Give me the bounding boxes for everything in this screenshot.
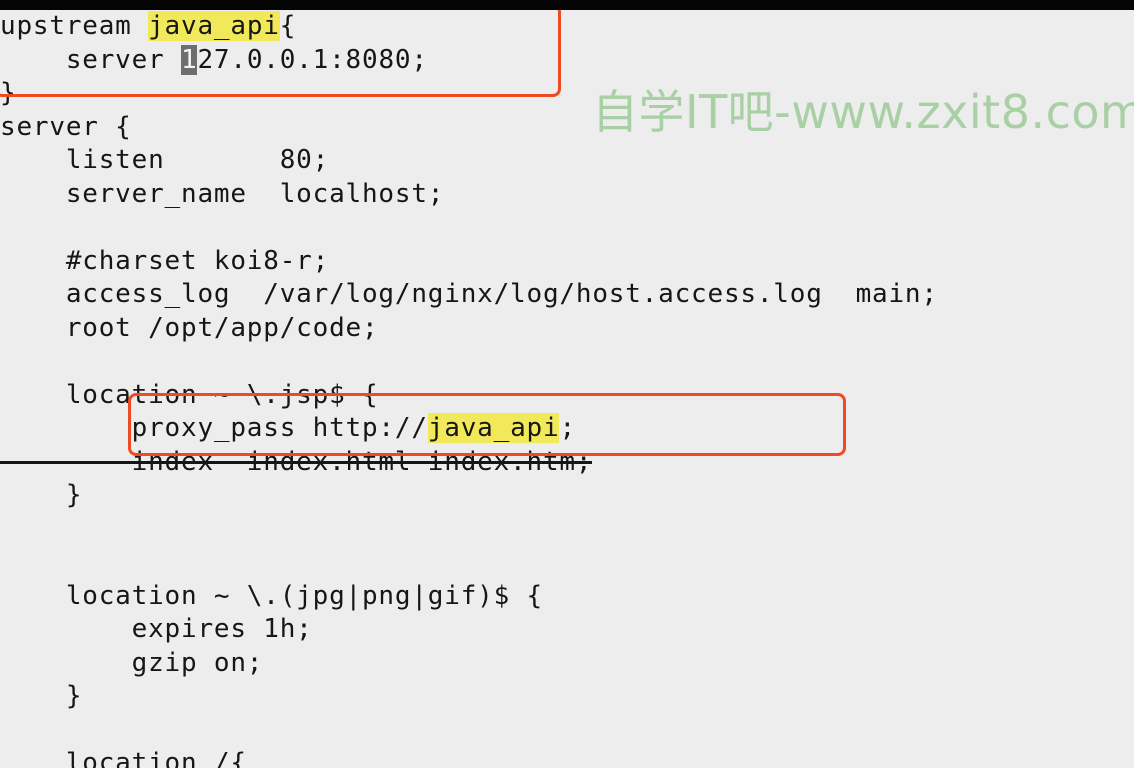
code-line: location ~ \.(jpg|png|gif)$ { bbox=[0, 580, 543, 611]
code-line: #charset koi8-r; bbox=[0, 245, 330, 276]
code-line: listen 80; bbox=[0, 145, 330, 175]
code-line: expires 1h; bbox=[0, 614, 313, 644]
watermark-text: 自学IT吧-www.zxit8.com bbox=[592, 85, 1134, 139]
code-line: } bbox=[0, 681, 83, 711]
video-frame: upstream java_api{ server 127.0.0.1:8080… bbox=[0, 10, 1134, 768]
code-line: root /opt/app/code; bbox=[0, 312, 379, 343]
code-line: gzip on; bbox=[0, 647, 264, 678]
upstream-annotation-box bbox=[0, 10, 561, 97]
code-line: server_name localhost; bbox=[0, 178, 445, 209]
code-line: access_log /var/log/nginx/log/host.acces… bbox=[0, 279, 938, 309]
proxy-pass-annotation-box bbox=[128, 393, 846, 456]
code-line: } bbox=[0, 480, 83, 510]
code-line: location /{ bbox=[0, 748, 247, 768]
